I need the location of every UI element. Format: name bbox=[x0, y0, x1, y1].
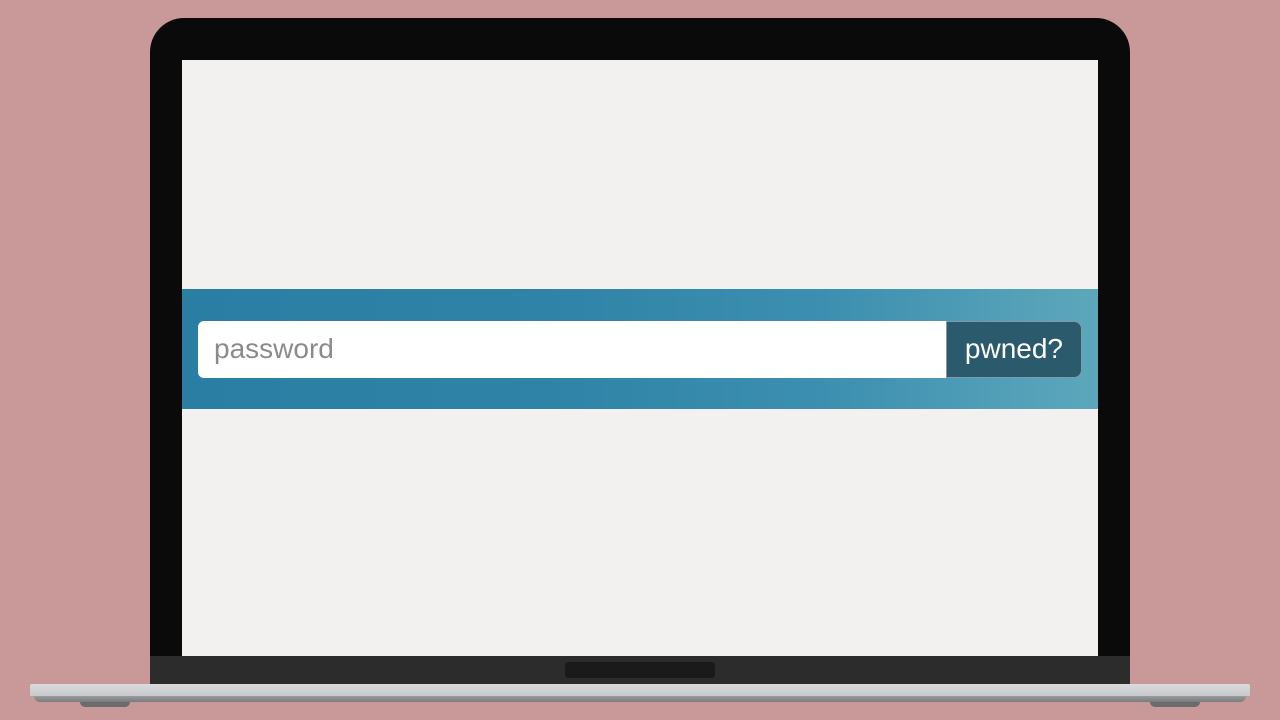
pwned-button[interactable]: pwned? bbox=[946, 321, 1082, 378]
hinge-notch bbox=[565, 662, 715, 678]
search-group: pwned? bbox=[198, 321, 1082, 378]
laptop-foot-right bbox=[1150, 702, 1200, 707]
laptop-base bbox=[30, 684, 1250, 704]
laptop-base-bottom bbox=[34, 696, 1246, 702]
laptop-frame: pwned? bbox=[150, 18, 1130, 684]
search-banner: pwned? bbox=[182, 289, 1098, 409]
laptop-hinge bbox=[150, 656, 1130, 684]
laptop-foot-left bbox=[80, 702, 130, 707]
password-input[interactable] bbox=[198, 321, 946, 378]
laptop-base-top bbox=[30, 684, 1250, 696]
laptop-bezel: pwned? bbox=[150, 18, 1130, 656]
laptop-screen: pwned? bbox=[182, 60, 1098, 656]
